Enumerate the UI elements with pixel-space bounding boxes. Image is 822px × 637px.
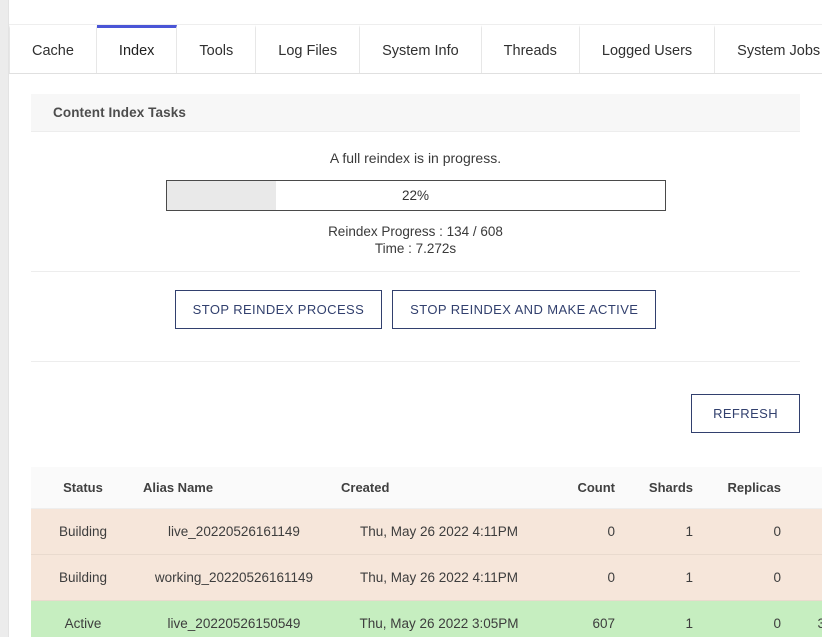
tab-label: Tools: [199, 43, 233, 59]
cell-size: 230b: [789, 555, 822, 601]
cell-size: 3.3mb: [789, 601, 822, 637]
column-header-replicas: Replicas: [701, 467, 789, 509]
cell-status: Building: [31, 555, 135, 601]
content-index-tasks-panel: Content Index Tasks A full reindex is in…: [31, 94, 800, 637]
reindex-status-message: A full reindex is in progress.: [31, 150, 800, 166]
tab-log-files[interactable]: Log Files: [256, 25, 360, 73]
cell-created: Thu, May 26 2022 4:11PM: [333, 509, 545, 555]
cell-replicas: 0: [701, 509, 789, 555]
table-row[interactable]: Buildinglive_20220526161149Thu, May 26 2…: [31, 509, 822, 555]
reindex-elapsed-time: Time : 7.272s: [31, 240, 800, 257]
tab-system-jobs[interactable]: System Jobs: [715, 25, 822, 73]
index-table-body: Buildinglive_20220526161149Thu, May 26 2…: [31, 509, 822, 637]
tab-cache[interactable]: Cache: [9, 25, 97, 73]
refresh-button[interactable]: REFRESH: [691, 394, 800, 433]
column-header-status: Status: [31, 467, 135, 509]
tab-system-info[interactable]: System Info: [360, 25, 482, 73]
tab-label: Log Files: [278, 43, 337, 59]
cell-count: 0: [545, 509, 623, 555]
page-content: Content Index Tasks A full reindex is in…: [9, 94, 822, 637]
stop-reindex-process-button[interactable]: STOP REINDEX PROCESS: [175, 290, 383, 329]
cell-shards: 1: [623, 555, 701, 601]
cell-created: Thu, May 26 2022 3:05PM: [333, 601, 545, 637]
page-title: Content Index Tasks: [53, 105, 186, 120]
reindex-progress-count: Reindex Progress : 134 / 608: [31, 223, 800, 240]
panel-header: Content Index Tasks: [31, 94, 800, 132]
cell-status: Building: [31, 509, 135, 555]
tab-tools[interactable]: Tools: [177, 25, 256, 73]
cell-alias: live_20220526150549: [135, 601, 333, 637]
cell-alias: working_20220526161149: [135, 555, 333, 601]
top-strip: [9, 0, 822, 25]
cell-created: Thu, May 26 2022 4:11PM: [333, 555, 545, 601]
page-root: Cache Index Tools Log Files System Info Threa…: [0, 0, 822, 637]
tab-label: System Info: [382, 43, 459, 59]
tab-label: Index: [119, 43, 154, 59]
reindex-progress-bar: 22%: [166, 180, 666, 211]
cell-shards: 1: [623, 509, 701, 555]
tab-label: Cache: [32, 43, 74, 59]
index-table: StatusAlias NameCreatedCountShardsReplic…: [31, 467, 822, 637]
index-table-container: StatusAlias NameCreatedCountShardsReplic…: [31, 467, 800, 637]
refresh-row: REFRESH: [31, 362, 800, 433]
column-header-count: Count: [545, 467, 623, 509]
tab-label: Threads: [504, 43, 557, 59]
stop-reindex-and-make-active-button[interactable]: STOP REINDEX AND MAKE ACTIVE: [392, 290, 656, 329]
app-sheet: Cache Index Tools Log Files System Info Threa…: [8, 0, 822, 637]
cell-status: Active: [31, 601, 135, 637]
table-row[interactable]: Activelive_20220526150549Thu, May 26 202…: [31, 601, 822, 637]
tab-bar: Cache Index Tools Log Files System Info Threa…: [9, 25, 822, 74]
cell-alias: live_20220526161149: [135, 509, 333, 555]
table-header-row: StatusAlias NameCreatedCountShardsReplic…: [31, 467, 822, 509]
cell-count: 0: [545, 555, 623, 601]
tab-index[interactable]: Index: [97, 25, 177, 73]
column-header-created: Created: [333, 467, 545, 509]
index-table-head: StatusAlias NameCreatedCountShardsReplic…: [31, 467, 822, 509]
tab-label: System Jobs: [737, 43, 820, 59]
tab-threads[interactable]: Threads: [482, 25, 580, 73]
column-header-alias-name: Alias Name: [135, 467, 333, 509]
cell-shards: 1: [623, 601, 701, 637]
column-header-size: Size: [789, 467, 822, 509]
reindex-action-buttons: STOP REINDEX PROCESSSTOP REINDEX AND MAK…: [31, 272, 800, 347]
tab-logged-users[interactable]: Logged Users: [580, 25, 715, 73]
table-row[interactable]: Buildingworking_20220526161149Thu, May 2…: [31, 555, 822, 601]
reindex-progress-details: Reindex Progress : 134 / 608 Time : 7.27…: [31, 223, 800, 257]
cell-size: 230b: [789, 509, 822, 555]
panel-body: A full reindex is in progress. 22% Reind…: [31, 132, 800, 637]
reindex-progress-percent: 22%: [167, 181, 665, 210]
column-header-shards: Shards: [623, 467, 701, 509]
cell-replicas: 0: [701, 601, 789, 637]
cell-replicas: 0: [701, 555, 789, 601]
cell-count: 607: [545, 601, 623, 637]
tab-label: Logged Users: [602, 43, 692, 59]
